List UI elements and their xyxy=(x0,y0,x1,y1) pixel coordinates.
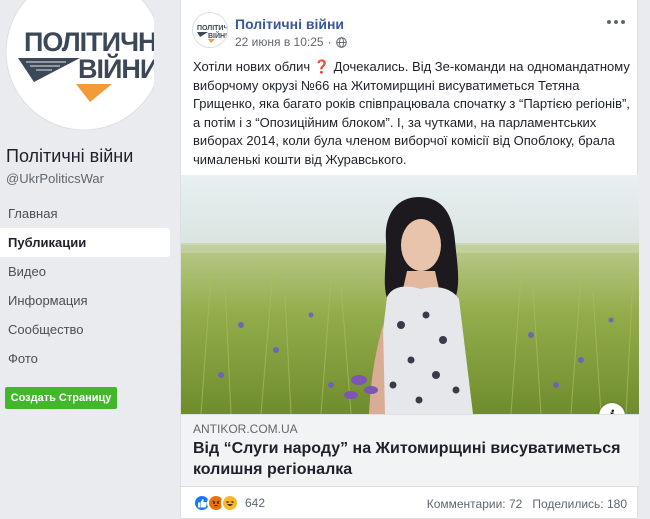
logo-text-line2: ВІЙНИ xyxy=(78,53,154,84)
link-preview-box[interactable]: ANTIKOR.COM.UA Від “Слуги народу” на Жит… xyxy=(181,414,639,487)
reaction-count: 642 xyxy=(245,496,266,510)
post-author-name[interactable]: Політичні війни xyxy=(235,16,344,32)
link-preview-image[interactable] xyxy=(181,175,639,414)
comments-count[interactable]: Комментарии: 72 xyxy=(427,497,523,511)
post-text-part1: Хотіли нових облич xyxy=(193,59,314,74)
svg-text:ВІЙНИ: ВІЙНИ xyxy=(208,31,228,40)
nav-item-posts[interactable]: Публикации xyxy=(0,228,170,257)
page-handle[interactable]: @UkrPoliticsWar xyxy=(6,171,104,186)
shares-count[interactable]: Поделились: 180 xyxy=(532,497,627,511)
question-emoji-icon: ❓ xyxy=(313,59,330,74)
left-sidebar: ПОЛІТИЧНІ ВІЙНИ Політичні війни @UkrPoli… xyxy=(0,0,178,519)
post-text: Хотіли нових облич ❓ Дочекались. Від Зе-… xyxy=(193,58,633,169)
link-title[interactable]: Від “Слуги народу” на Житомирщині висува… xyxy=(193,438,623,480)
post-text-part2: Дочекались. Від Зе-команди на одномандат… xyxy=(193,59,630,167)
link-domain: ANTIKOR.COM.UA xyxy=(193,422,298,436)
nav-item-home[interactable]: Главная xyxy=(0,199,170,228)
post-stats: Комментарии: 72 Поделились: 180 xyxy=(427,497,627,511)
meta-separator: · xyxy=(327,35,332,49)
nav-item-community[interactable]: Сообщество xyxy=(0,315,170,344)
svg-text:ПОЛІТИЧНІ: ПОЛІТИЧНІ xyxy=(197,25,228,32)
post-options-icon[interactable] xyxy=(607,16,627,28)
nav-item-videos[interactable]: Видео xyxy=(0,257,170,286)
nav-item-photos[interactable]: Фото xyxy=(0,344,170,373)
page-name[interactable]: Політичні війни xyxy=(6,146,133,167)
logo-text-line1: ПОЛІТИЧНІ xyxy=(24,27,154,57)
post-timestamp[interactable]: 22 июня в 10:25 xyxy=(235,35,324,49)
create-page-button[interactable]: Создать Страницу xyxy=(5,387,117,409)
post-card: ПОЛІТИЧНІ ВІЙНИ Політичні війни 22 июня … xyxy=(180,0,639,519)
post-meta: 22 июня в 10:25 · xyxy=(235,35,347,49)
globe-icon xyxy=(335,36,347,48)
post-author-avatar[interactable]: ПОЛІТИЧНІ ВІЙНИ xyxy=(192,12,228,48)
reactions-summary[interactable]: 642 xyxy=(193,494,265,512)
nav-item-about[interactable]: Информация xyxy=(0,286,170,315)
haha-icon xyxy=(221,494,239,512)
page-logo[interactable]: ПОЛІТИЧНІ ВІЙНИ xyxy=(6,0,154,130)
page-nav: Главная Публикации Видео Информация Сооб… xyxy=(0,199,170,373)
